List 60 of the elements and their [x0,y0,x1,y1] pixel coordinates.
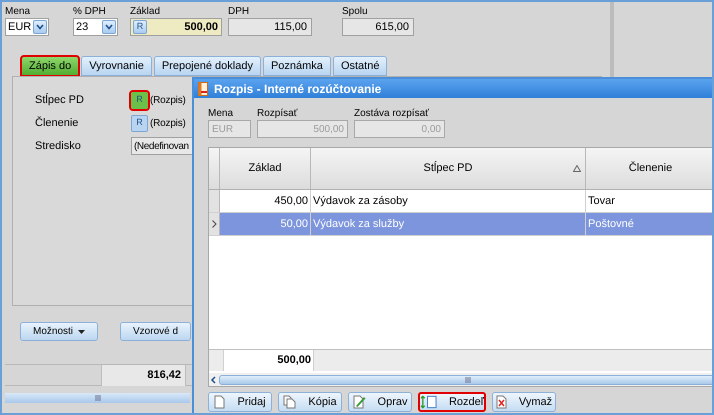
field-label: % DPH [73,6,107,18]
pencil-icon [352,395,366,409]
field-label: Zostáva rozpísať [354,107,430,120]
row-pointer-icon [212,220,216,228]
caret-icon [78,330,86,334]
field-value: (Rozpis) [150,94,186,108]
page-icon [214,395,226,409]
table-cell: Tovar [586,190,712,212]
dropdown-field[interactable]: 23 [73,18,118,36]
field-label: Členenie [35,115,80,131]
footer-total: 500,00 [223,350,314,371]
copy-icon [283,395,296,409]
dialog-title: Rozpis - Interné rozúčtovanie [214,80,382,98]
amount-field[interactable]: 615,00 [342,18,414,36]
table-cell: Výdavok za zásoby [311,190,586,212]
table-row[interactable]: 450,00 Výdavok za zásoby Tovar [209,190,712,213]
field-label: Stĺpec PD [35,92,85,108]
split-button[interactable]: R [131,114,148,132]
scrollbar-thumb[interactable] [219,374,712,384]
tab[interactable]: Prepojené doklady [154,56,261,76]
field-label: Rozpísať [257,107,298,120]
grip-icon [464,376,470,382]
sort-ascending-icon [573,165,581,172]
field-value: (Rozpis) [150,116,186,130]
tab[interactable]: Poznámka [262,56,331,76]
column-header[interactable]: Členenie [586,148,712,189]
field-label: Mena [5,6,32,18]
field-label: Spolu [342,6,369,18]
table-cell: 450,00 [220,190,311,212]
field-label: Stredisko [35,138,82,154]
tab[interactable]: Zápis do [21,56,80,76]
toolbar-button[interactable]: Vymaž [492,392,556,412]
grip-icon [94,395,100,401]
horizontal-scrollbar[interactable] [209,373,712,386]
dropdown-field[interactable]: (Nedefinovan [131,137,195,155]
split-button[interactable]: R [131,92,148,108]
column-header[interactable]: Základ [220,148,311,189]
dropdown-field[interactable]: EUR [5,18,49,36]
field-label: Základ [130,6,162,18]
total-field: 816,42 [101,364,186,386]
table-cell: 50,00 [220,213,311,235]
table-cell: Poštovné [586,213,712,235]
tab[interactable]: Vyrovnanie [81,56,152,76]
split-icon [420,395,437,409]
menu-button[interactable]: Možnosti [20,322,98,341]
book-icon [198,82,208,96]
column-header[interactable]: Stĺpec PD [311,148,586,189]
toolbar-button[interactable]: Kópia [278,392,342,412]
tab[interactable]: Ostatné [332,56,388,76]
table-cell: Výdavok za služby [311,213,586,235]
field-label: Mena [208,107,234,120]
field-label: DPH [228,6,250,18]
button[interactable]: Vzorové d [120,322,192,341]
toolbar-button[interactable]: Rozdeľ [418,392,486,412]
delete-icon [496,395,507,409]
toolbar-button[interactable]: Oprav [348,392,412,412]
toolbar-button[interactable]: Pridaj [208,392,272,412]
amount-field[interactable]: 115,00 [228,18,312,36]
horizontal-scrollbar[interactable] [5,393,190,403]
amount-field[interactable]: R 500,00 [130,18,222,36]
